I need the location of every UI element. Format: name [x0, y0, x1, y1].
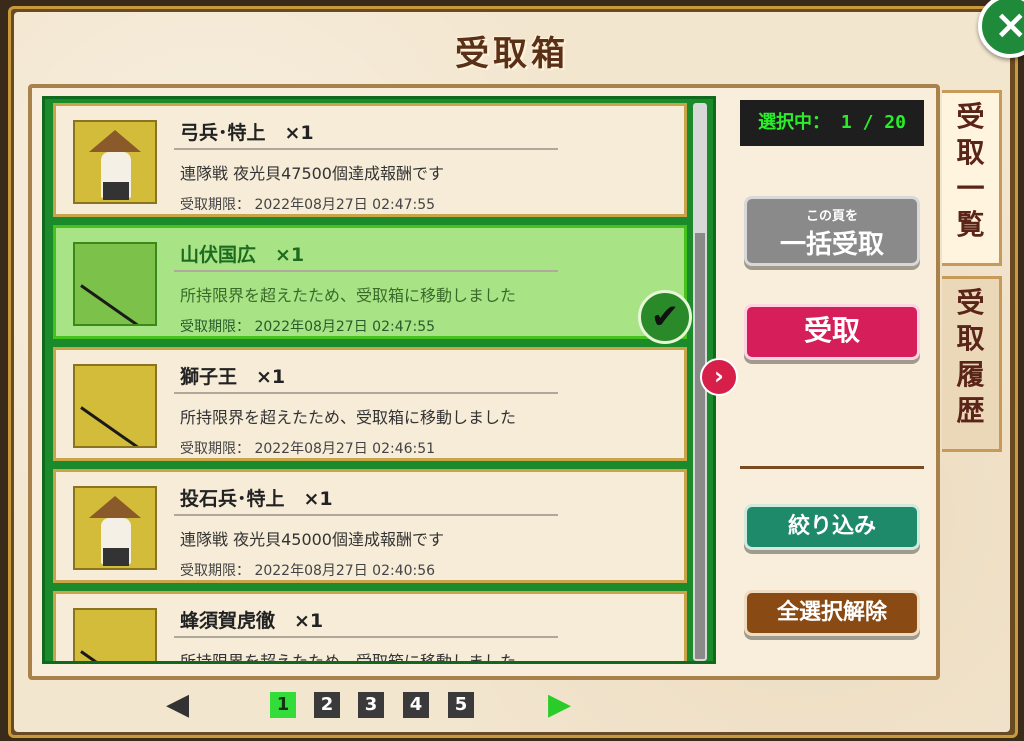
divider	[740, 466, 924, 469]
pagination: ◀ 1 2 3 4 5 ▶	[0, 688, 1024, 724]
list-item[interactable]: 弓兵･特上 ×1 連隊戦 夜光貝47500個達成報酬です 受取期限： 2022年…	[53, 103, 687, 217]
page-button-2[interactable]: 2	[314, 692, 340, 718]
item-deadline: 受取期限： 2022年08月27日 02:46:51	[180, 441, 436, 457]
sword-icon	[73, 242, 157, 326]
item-name: 山伏国広 ×1	[180, 244, 305, 266]
bulk-receive-label: 一括受取	[779, 230, 884, 260]
item-description: 所持限界を超えたため、受取箱に移動しました	[180, 286, 517, 305]
item-deadline: 受取期限： 2022年08月27日 02:47:55	[180, 319, 436, 335]
chevron-right-icon[interactable]: ›	[700, 358, 738, 396]
item-name: 投石兵･特上 ×1	[180, 488, 333, 510]
page-button-1[interactable]: 1	[270, 692, 296, 718]
item-name: 弓兵･特上 ×1	[180, 122, 314, 144]
stone-thrower-icon	[73, 486, 157, 570]
tab-label: 受取履歴	[956, 286, 985, 427]
item-name: 蜂須賀虎徹 ×1	[180, 610, 324, 632]
item-name: 獅子王 ×1	[180, 366, 286, 388]
item-description: 所持限界を超えたため、受取箱に移動しました	[180, 652, 517, 664]
page-button-4[interactable]: 4	[403, 692, 429, 718]
archer-icon	[73, 120, 157, 204]
deselect-all-button[interactable]: 全選択解除	[744, 590, 920, 636]
scroll-thumb[interactable]	[695, 105, 705, 233]
tab-receive-list[interactable]: 受取一覧	[942, 90, 1002, 266]
list-item[interactable]: 投石兵･特上 ×1 連隊戦 夜光貝45000個達成報酬です 受取期限： 2022…	[53, 469, 687, 583]
tab-label: 受取一覧	[956, 100, 985, 241]
last-page-icon[interactable]: ▶	[548, 690, 578, 722]
first-page-icon[interactable]: ◀	[166, 690, 194, 722]
item-deadline: 受取期限： 2022年08月27日 02:40:56	[180, 563, 436, 579]
item-list[interactable]: 弓兵･特上 ×1 連隊戦 夜光貝47500個達成報酬です 受取期限： 2022年…	[42, 96, 716, 664]
checkmark-icon: ✔	[638, 290, 692, 344]
selection-counter: 選択中： 1 / 20	[740, 100, 924, 146]
sword-icon	[73, 364, 157, 448]
sword-icon	[73, 608, 157, 661]
bulk-receive-caption: この頁を	[805, 209, 858, 224]
receive-button[interactable]: 受取	[744, 304, 920, 360]
item-description: 連隊戦 夜光貝47500個達成報酬です	[180, 164, 444, 183]
filter-button[interactable]: 絞り込み	[744, 504, 920, 550]
list-item[interactable]: 獅子王 ×1 所持限界を超えたため、受取箱に移動しました 受取期限： 2022年…	[53, 347, 687, 461]
tab-receive-history[interactable]: 受取履歴	[942, 276, 1002, 452]
page-title: 受取箱	[455, 34, 569, 74]
item-deadline: 受取期限： 2022年08月27日 02:47:55	[180, 197, 436, 213]
list-item-selected[interactable]: 山伏国広 ×1 所持限界を超えたため、受取箱に移動しました 受取期限： 2022…	[53, 225, 692, 344]
page-button-5[interactable]: 5	[448, 692, 474, 718]
list-item[interactable]: 蜂須賀虎徹 ×1 所持限界を超えたため、受取箱に移動しました	[53, 591, 687, 664]
page-button-3[interactable]: 3	[358, 692, 384, 718]
item-description: 連隊戦 夜光貝45000個達成報酬です	[180, 530, 444, 549]
item-description: 所持限界を超えたため、受取箱に移動しました	[180, 408, 517, 427]
bulk-receive-button[interactable]: この頁を 一括受取	[744, 196, 920, 266]
